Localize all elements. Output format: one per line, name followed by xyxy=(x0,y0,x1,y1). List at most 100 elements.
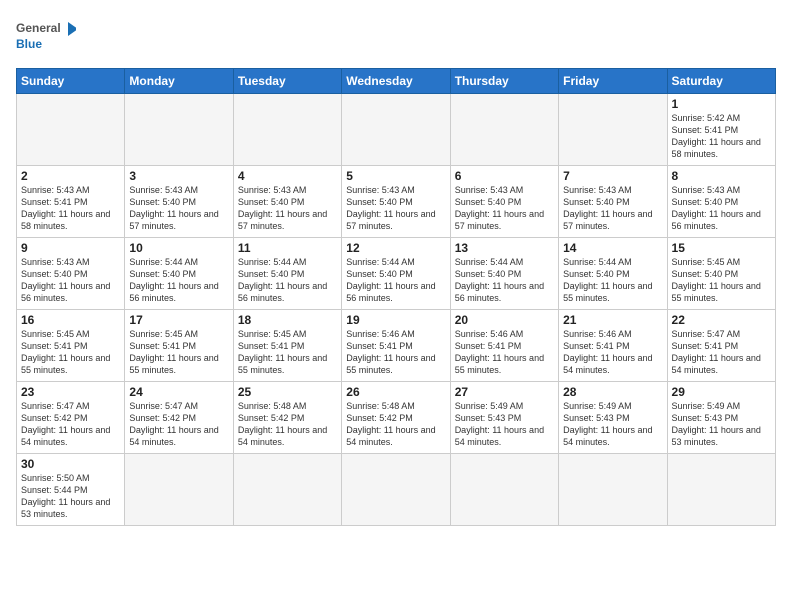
day-number: 7 xyxy=(563,169,662,183)
day-info: Sunrise: 5:49 AMSunset: 5:43 PMDaylight:… xyxy=(563,400,662,449)
day-number: 5 xyxy=(346,169,445,183)
day-header-thursday: Thursday xyxy=(450,69,558,94)
week-row-4: 16Sunrise: 5:45 AMSunset: 5:41 PMDayligh… xyxy=(17,310,776,382)
day-cell xyxy=(233,94,341,166)
day-number: 13 xyxy=(455,241,554,255)
day-cell: 14Sunrise: 5:44 AMSunset: 5:40 PMDayligh… xyxy=(559,238,667,310)
day-info: Sunrise: 5:48 AMSunset: 5:42 PMDaylight:… xyxy=(238,400,337,449)
day-number: 8 xyxy=(672,169,771,183)
day-info: Sunrise: 5:47 AMSunset: 5:42 PMDaylight:… xyxy=(129,400,228,449)
day-number: 24 xyxy=(129,385,228,399)
day-cell xyxy=(667,454,775,526)
day-cell xyxy=(559,94,667,166)
day-number: 23 xyxy=(21,385,120,399)
day-number: 11 xyxy=(238,241,337,255)
day-number: 6 xyxy=(455,169,554,183)
day-number: 21 xyxy=(563,313,662,327)
day-number: 30 xyxy=(21,457,120,471)
day-header-saturday: Saturday xyxy=(667,69,775,94)
day-cell: 1Sunrise: 5:42 AMSunset: 5:41 PMDaylight… xyxy=(667,94,775,166)
day-info: Sunrise: 5:42 AMSunset: 5:41 PMDaylight:… xyxy=(672,112,771,161)
day-cell: 24Sunrise: 5:47 AMSunset: 5:42 PMDayligh… xyxy=(125,382,233,454)
day-cell: 13Sunrise: 5:44 AMSunset: 5:40 PMDayligh… xyxy=(450,238,558,310)
day-number: 19 xyxy=(346,313,445,327)
day-number: 9 xyxy=(21,241,120,255)
day-number: 28 xyxy=(563,385,662,399)
day-cell: 8Sunrise: 5:43 AMSunset: 5:40 PMDaylight… xyxy=(667,166,775,238)
day-number: 4 xyxy=(238,169,337,183)
day-info: Sunrise: 5:46 AMSunset: 5:41 PMDaylight:… xyxy=(563,328,662,377)
day-header-friday: Friday xyxy=(559,69,667,94)
day-header-monday: Monday xyxy=(125,69,233,94)
day-info: Sunrise: 5:43 AMSunset: 5:40 PMDaylight:… xyxy=(672,184,771,233)
day-info: Sunrise: 5:45 AMSunset: 5:41 PMDaylight:… xyxy=(21,328,120,377)
day-info: Sunrise: 5:48 AMSunset: 5:42 PMDaylight:… xyxy=(346,400,445,449)
day-cell: 6Sunrise: 5:43 AMSunset: 5:40 PMDaylight… xyxy=(450,166,558,238)
week-row-3: 9Sunrise: 5:43 AMSunset: 5:40 PMDaylight… xyxy=(17,238,776,310)
day-info: Sunrise: 5:43 AMSunset: 5:40 PMDaylight:… xyxy=(455,184,554,233)
day-info: Sunrise: 5:43 AMSunset: 5:40 PMDaylight:… xyxy=(563,184,662,233)
day-cell xyxy=(125,94,233,166)
day-cell: 27Sunrise: 5:49 AMSunset: 5:43 PMDayligh… xyxy=(450,382,558,454)
day-cell: 20Sunrise: 5:46 AMSunset: 5:41 PMDayligh… xyxy=(450,310,558,382)
logo: General Blue xyxy=(16,16,76,56)
day-header-wednesday: Wednesday xyxy=(342,69,450,94)
day-cell: 10Sunrise: 5:44 AMSunset: 5:40 PMDayligh… xyxy=(125,238,233,310)
day-cell: 26Sunrise: 5:48 AMSunset: 5:42 PMDayligh… xyxy=(342,382,450,454)
calendar-table: SundayMondayTuesdayWednesdayThursdayFrid… xyxy=(16,68,776,526)
day-cell: 15Sunrise: 5:45 AMSunset: 5:40 PMDayligh… xyxy=(667,238,775,310)
day-cell: 18Sunrise: 5:45 AMSunset: 5:41 PMDayligh… xyxy=(233,310,341,382)
day-cell xyxy=(450,94,558,166)
day-cell xyxy=(342,454,450,526)
day-info: Sunrise: 5:44 AMSunset: 5:40 PMDaylight:… xyxy=(238,256,337,305)
day-info: Sunrise: 5:49 AMSunset: 5:43 PMDaylight:… xyxy=(455,400,554,449)
day-cell xyxy=(559,454,667,526)
day-cell: 3Sunrise: 5:43 AMSunset: 5:40 PMDaylight… xyxy=(125,166,233,238)
week-row-5: 23Sunrise: 5:47 AMSunset: 5:42 PMDayligh… xyxy=(17,382,776,454)
day-number: 20 xyxy=(455,313,554,327)
day-cell: 7Sunrise: 5:43 AMSunset: 5:40 PMDaylight… xyxy=(559,166,667,238)
day-cell: 17Sunrise: 5:45 AMSunset: 5:41 PMDayligh… xyxy=(125,310,233,382)
day-cell: 4Sunrise: 5:43 AMSunset: 5:40 PMDaylight… xyxy=(233,166,341,238)
day-cell: 21Sunrise: 5:46 AMSunset: 5:41 PMDayligh… xyxy=(559,310,667,382)
day-number: 2 xyxy=(21,169,120,183)
day-info: Sunrise: 5:45 AMSunset: 5:41 PMDaylight:… xyxy=(238,328,337,377)
day-number: 25 xyxy=(238,385,337,399)
day-number: 29 xyxy=(672,385,771,399)
day-info: Sunrise: 5:44 AMSunset: 5:40 PMDaylight:… xyxy=(346,256,445,305)
week-row-1: 1Sunrise: 5:42 AMSunset: 5:41 PMDaylight… xyxy=(17,94,776,166)
day-number: 1 xyxy=(672,97,771,111)
day-info: Sunrise: 5:45 AMSunset: 5:40 PMDaylight:… xyxy=(672,256,771,305)
logo-svg: General Blue xyxy=(16,16,76,56)
week-row-6: 30Sunrise: 5:50 AMSunset: 5:44 PMDayligh… xyxy=(17,454,776,526)
day-header-tuesday: Tuesday xyxy=(233,69,341,94)
day-cell xyxy=(450,454,558,526)
day-info: Sunrise: 5:44 AMSunset: 5:40 PMDaylight:… xyxy=(563,256,662,305)
day-cell: 12Sunrise: 5:44 AMSunset: 5:40 PMDayligh… xyxy=(342,238,450,310)
day-cell xyxy=(233,454,341,526)
day-cell: 5Sunrise: 5:43 AMSunset: 5:40 PMDaylight… xyxy=(342,166,450,238)
day-info: Sunrise: 5:43 AMSunset: 5:40 PMDaylight:… xyxy=(21,256,120,305)
day-number: 22 xyxy=(672,313,771,327)
day-number: 10 xyxy=(129,241,228,255)
day-cell: 22Sunrise: 5:47 AMSunset: 5:41 PMDayligh… xyxy=(667,310,775,382)
day-cell: 9Sunrise: 5:43 AMSunset: 5:40 PMDaylight… xyxy=(17,238,125,310)
day-info: Sunrise: 5:43 AMSunset: 5:40 PMDaylight:… xyxy=(129,184,228,233)
day-info: Sunrise: 5:43 AMSunset: 5:40 PMDaylight:… xyxy=(238,184,337,233)
day-info: Sunrise: 5:47 AMSunset: 5:42 PMDaylight:… xyxy=(21,400,120,449)
day-info: Sunrise: 5:47 AMSunset: 5:41 PMDaylight:… xyxy=(672,328,771,377)
day-number: 27 xyxy=(455,385,554,399)
day-number: 17 xyxy=(129,313,228,327)
day-cell: 2Sunrise: 5:43 AMSunset: 5:41 PMDaylight… xyxy=(17,166,125,238)
day-number: 12 xyxy=(346,241,445,255)
day-number: 18 xyxy=(238,313,337,327)
week-row-2: 2Sunrise: 5:43 AMSunset: 5:41 PMDaylight… xyxy=(17,166,776,238)
day-cell xyxy=(342,94,450,166)
svg-text:Blue: Blue xyxy=(16,37,42,51)
day-info: Sunrise: 5:46 AMSunset: 5:41 PMDaylight:… xyxy=(455,328,554,377)
day-info: Sunrise: 5:50 AMSunset: 5:44 PMDaylight:… xyxy=(21,472,120,521)
day-cell: 28Sunrise: 5:49 AMSunset: 5:43 PMDayligh… xyxy=(559,382,667,454)
svg-text:General: General xyxy=(16,21,61,35)
day-cell: 16Sunrise: 5:45 AMSunset: 5:41 PMDayligh… xyxy=(17,310,125,382)
day-cell: 11Sunrise: 5:44 AMSunset: 5:40 PMDayligh… xyxy=(233,238,341,310)
